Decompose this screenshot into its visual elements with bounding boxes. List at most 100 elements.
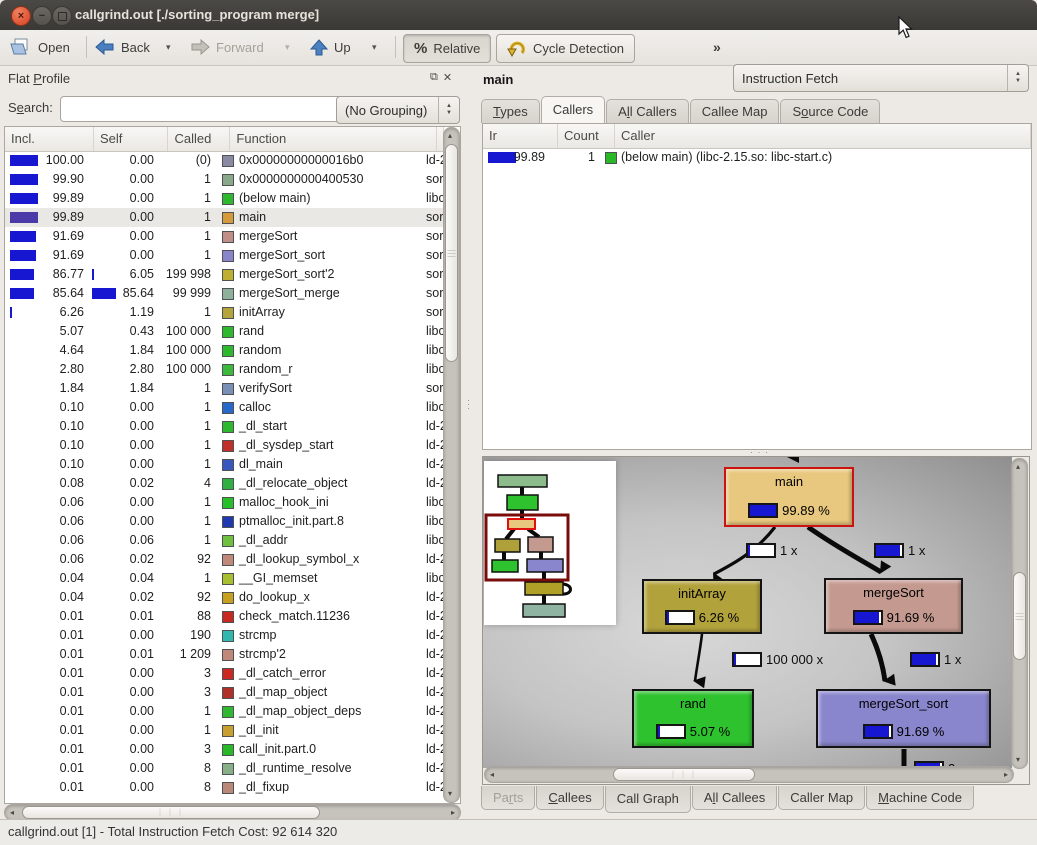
table-row[interactable]: 0.100.001_dl_startld-2 — [5, 417, 444, 436]
table-row[interactable]: 6.261.191initArraysor — [5, 303, 444, 322]
tab-call-graph[interactable]: Call Graph — [605, 786, 691, 813]
table-row[interactable]: 0.040.041__GI_memsetlibc — [5, 569, 444, 588]
open-button[interactable]: Open — [10, 30, 70, 64]
table-row[interactable]: 0.010.008_dl_fixupld-2 — [5, 778, 444, 797]
scrollbar-thumb[interactable]: ｜｜｜ — [22, 806, 320, 819]
call-graph-minimap[interactable] — [484, 461, 616, 625]
back-dropdown-caret[interactable]: ▾ — [166, 30, 171, 64]
table-row[interactable]: 0.060.001ptmalloc_init.part.8libc — [5, 512, 444, 531]
table-row[interactable]: 0.100.001calloclibc — [5, 398, 444, 417]
flat-profile-vscrollbar[interactable]: ▴ ▾ ——— — [443, 127, 460, 803]
window-close-button[interactable]: × — [11, 6, 31, 26]
tab-all-callees[interactable]: All Callees — [692, 786, 777, 810]
combobox-spinner-icon[interactable]: ▲▼ — [438, 97, 459, 123]
tab-callers[interactable]: Callers — [541, 96, 605, 123]
grouping-combobox[interactable]: (No Grouping) ▲▼ — [336, 96, 460, 124]
table-row[interactable]: 99.900.0010x0000000000400530sor — [5, 170, 444, 189]
column-header-count[interactable]: Count — [558, 124, 615, 148]
up-button[interactable]: Up — [310, 30, 351, 64]
up-dropdown-caret[interactable]: ▾ — [372, 30, 377, 64]
tab-all-callers[interactable]: All Callers — [606, 99, 689, 123]
graph-node-initarray[interactable]: initArray6.26 % — [642, 579, 762, 634]
table-row[interactable]: 86.776.05199 998mergeSort_sort'2sor — [5, 265, 444, 284]
title-bar: × − callgrind.out [./sorting_program mer… — [0, 0, 1037, 30]
column-header-ir[interactable]: Ir — [483, 124, 558, 148]
toolbar-separator — [86, 36, 87, 58]
table-row[interactable]: 0.010.001_dl_map_object_depsld-2 — [5, 702, 444, 721]
forward-button: Forward — [190, 30, 264, 64]
table-row[interactable]: 0.010.003_dl_map_objectld-2 — [5, 683, 444, 702]
pane-splitter-horizontal[interactable]: · · · — [482, 448, 1030, 456]
table-row[interactable]: 4.641.84100 000randomlibc — [5, 341, 444, 360]
table-row[interactable]: 0.010.008_dl_runtime_resolveld-2 — [5, 759, 444, 778]
graph-node-mergesort[interactable]: mergeSort91.69 % — [824, 578, 963, 634]
tab-callees[interactable]: Callees — [536, 786, 603, 810]
table-row[interactable]: 0.060.0292_dl_lookup_symbol_xld-2 — [5, 550, 444, 569]
table-row[interactable]: 85.6485.6499 999mergeSort_mergesor — [5, 284, 444, 303]
dock-close-icon[interactable]: ✕ — [443, 71, 452, 84]
table-row[interactable]: 0.010.003_dl_catch_errorld-2 — [5, 664, 444, 683]
table-row[interactable]: 91.690.001mergeSort_sortsor — [5, 246, 444, 265]
selected-function-title: main — [483, 72, 513, 87]
table-row[interactable]: 91.690.001mergeSortsor — [5, 227, 444, 246]
flat-profile-table: Incl. Self Called Function Loc 100.000.0… — [4, 126, 461, 804]
table-row[interactable]: 100.000.00(0)0x00000000000016b0ld-2 — [5, 151, 444, 170]
tab-caller-map[interactable]: Caller Map — [778, 786, 865, 810]
window-maximize-button[interactable] — [52, 6, 72, 26]
flat-profile-dock-title: Flat Profile — [8, 71, 70, 86]
column-header-caller[interactable]: Caller — [615, 124, 1031, 148]
table-row[interactable]: 0.100.001dl_mainld-2 — [5, 455, 444, 474]
function-color-icon — [222, 687, 234, 699]
table-row[interactable]: 0.010.0188check_match.11236ld-2 — [5, 607, 444, 626]
cost-bar — [863, 724, 893, 739]
pane-splitter-vertical[interactable]: ··· — [462, 66, 478, 818]
call-graph-canvas[interactable]: main99.89 % initArray6.26 % mergeSort91.… — [483, 457, 1012, 768]
column-header-called[interactable]: Called — [168, 127, 230, 151]
dock-float-icon[interactable]: ⧉ — [430, 71, 438, 84]
table-row[interactable]: 0.060.001malloc_hook_inilibc — [5, 493, 444, 512]
function-color-icon — [222, 573, 234, 585]
search-label: Search: — [8, 100, 53, 115]
toolbar-overflow-chevron[interactable]: » — [713, 39, 721, 55]
tab-types[interactable]: Types — [481, 99, 540, 123]
table-row[interactable]: 99.89 1 (below main) (libc-2.15.so: libc… — [483, 148, 1031, 167]
scrollbar-thumb[interactable]: ——— — [445, 144, 458, 362]
function-color-icon — [605, 152, 617, 164]
window-minimize-button[interactable]: − — [32, 6, 52, 26]
tab-machine-code[interactable]: Machine Code — [866, 786, 974, 810]
graph-hscrollbar[interactable]: ◂ ▸ ｜｜｜ — [484, 766, 1014, 783]
table-row[interactable]: 0.040.0292do_lookup_xld-2 — [5, 588, 444, 607]
column-header-function[interactable]: Function — [230, 127, 437, 151]
table-row[interactable]: 2.802.80100 000random_rlibc — [5, 360, 444, 379]
graph-node-main[interactable]: main99.89 % — [724, 467, 854, 527]
cycle-detection-toggle-button[interactable]: Cycle Detection — [496, 34, 635, 63]
table-row[interactable]: 99.890.001mainsor — [5, 208, 444, 227]
function-color-icon — [222, 269, 234, 281]
table-row[interactable]: 5.070.43100 000randlibc — [5, 322, 444, 341]
column-header-self[interactable]: Self — [94, 127, 169, 151]
graph-node-mergesort-sort[interactable]: mergeSort_sort91.69 % — [816, 689, 991, 748]
graph-node-rand[interactable]: rand5.07 % — [632, 689, 754, 748]
graph-vscrollbar[interactable]: ▴ ▾ ——— — [1011, 458, 1028, 769]
table-row[interactable]: 99.890.001(below main)libc — [5, 189, 444, 208]
tab-source-code[interactable]: Source Code — [780, 99, 880, 123]
tab-callee-map[interactable]: Callee Map — [690, 99, 780, 123]
table-row[interactable]: 0.060.061_dl_addrlibc — [5, 531, 444, 550]
event-type-value: Instruction Fetch — [734, 71, 1007, 86]
column-header-incl[interactable]: Incl. — [5, 127, 94, 151]
table-row[interactable]: 1.841.841verifySortsor — [5, 379, 444, 398]
back-button[interactable]: Back — [95, 30, 150, 64]
table-row[interactable]: 0.010.011 209strcmp'2ld-2 — [5, 645, 444, 664]
table-row[interactable]: 0.100.001_dl_sysdep_startld-2 — [5, 436, 444, 455]
function-color-icon — [222, 345, 234, 357]
event-type-combobox[interactable]: Instruction Fetch ▲▼ — [733, 64, 1029, 92]
table-row[interactable]: 0.010.00190strcmpld-2 — [5, 626, 444, 645]
table-row[interactable]: 0.010.003call_init.part.0ld-2 — [5, 740, 444, 759]
search-input[interactable] — [60, 96, 342, 122]
scrollbar-thumb[interactable]: ｜｜｜ — [613, 768, 755, 781]
combobox-spinner-icon[interactable]: ▲▼ — [1007, 65, 1028, 91]
scrollbar-thumb[interactable]: ——— — [1013, 572, 1026, 660]
relative-toggle-button[interactable]: % Relative — [403, 34, 491, 63]
table-row[interactable]: 0.010.001_dl_initld-2 — [5, 721, 444, 740]
table-row[interactable]: 0.080.024_dl_relocate_objectld-2 — [5, 474, 444, 493]
